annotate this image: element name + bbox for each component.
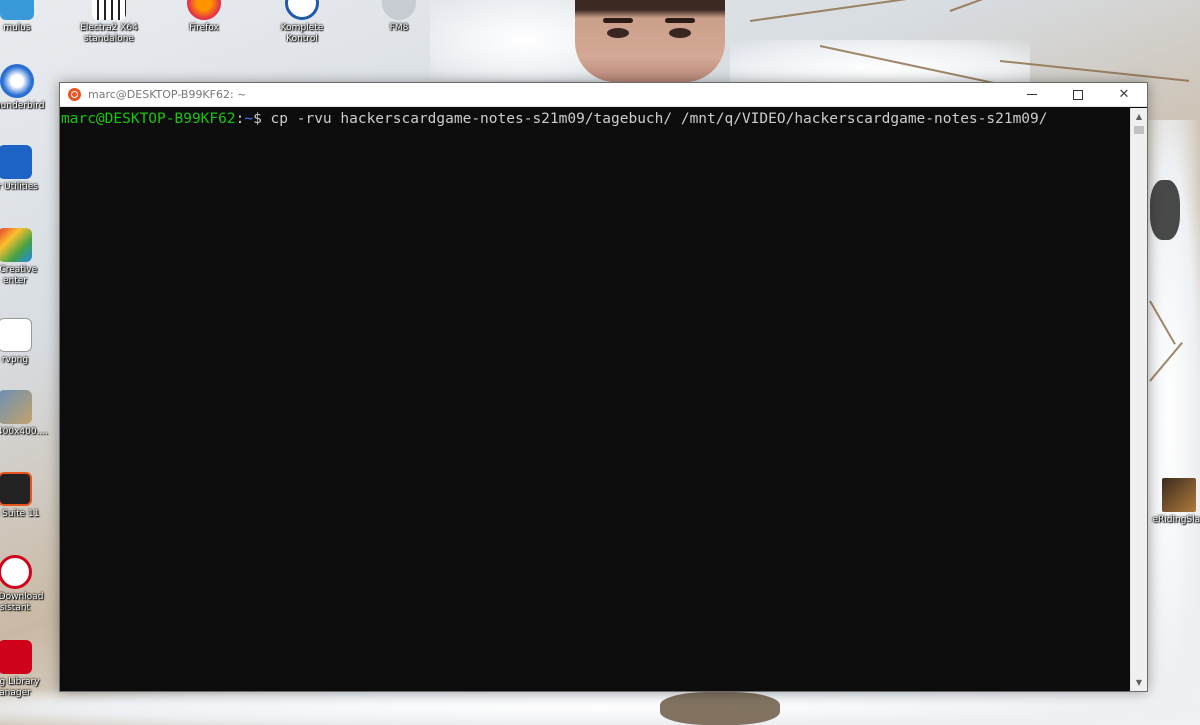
vertical-scrollbar[interactable]: ▲ ▼ [1130, 108, 1147, 691]
thunderbird-icon [0, 64, 34, 98]
library-manager-icon [0, 640, 32, 674]
desktop-icon-label: er Utilities [0, 182, 38, 192]
scrollbar-thumb[interactable] [1134, 126, 1144, 134]
prompt-user: marc@DESKTOP-B99KF62 [61, 111, 236, 127]
prompt-path: ~ [244, 111, 254, 127]
maximize-button[interactable] [1055, 83, 1101, 107]
desktop-icon-mulus[interactable]: mulus [0, 0, 54, 34]
desktop-icon-label: mulus [3, 23, 31, 33]
desktop-icon-thunderbird[interactable]: Thunderbird [0, 64, 54, 112]
desktop-icon-firefox[interactable]: Firefox [167, 0, 241, 34]
desktop-icon-label: FM8 [389, 23, 409, 33]
desktop-icon-label: Komplete Kontrol [280, 23, 324, 44]
desktop-icon-label: Firefox [189, 23, 219, 33]
desktop-icon-image-400x400[interactable]: nz_400x400.... [0, 390, 52, 438]
suite-cube-icon [0, 472, 32, 506]
fm8-icon [382, 0, 416, 20]
app-icon [0, 0, 34, 20]
minimize-icon [1027, 94, 1037, 95]
desktop-icon-rvpng[interactable]: rvpng [0, 318, 52, 366]
scroll-down-icon[interactable]: ▼ [1131, 674, 1147, 691]
maximize-icon [1073, 89, 1083, 100]
close-button[interactable]: ✕ [1101, 83, 1147, 107]
window-title: marc@DESKTOP-B99KF62: ~ [88, 88, 247, 101]
wallpaper-person-image [575, 0, 725, 82]
minimize-button[interactable] [1009, 83, 1055, 107]
desktop-icon-suite-11[interactable]: m Suite 11 [0, 472, 52, 520]
command-text: cp -rvu hackerscardgame-notes-s21m09/tag… [270, 111, 1048, 127]
desktop-icon-label: rvpng [1, 355, 29, 365]
video-file-icon [1162, 478, 1196, 512]
desktop-icon-fm8[interactable]: FM8 [362, 0, 436, 34]
window-titlebar[interactable]: marc@DESKTOP-B99KF62: ~ ✕ [60, 83, 1147, 107]
image-thumbnail-icon [0, 390, 32, 424]
terminal-window[interactable]: marc@DESKTOP-B99KF62: ~ ✕ marc@DESKTOP-B… [59, 82, 1148, 692]
desktop-icon-label: eRidingSlav [1152, 515, 1200, 525]
komplete-kontrol-icon [285, 0, 319, 20]
desktop-icon-label: Electra2 X64 standalone [80, 23, 138, 44]
image-file-icon [0, 318, 32, 352]
desktop-icon-label: nz_400x400.... [0, 427, 49, 437]
desktop-icon-video-file[interactable]: eRidingSlav [1142, 478, 1200, 526]
desktop-icon-label: erg Library anager [0, 677, 40, 698]
desktop-icon-label: Thunderbird [0, 101, 45, 111]
desktop-icon-creative-center[interactable]: r Creative enter [0, 228, 52, 287]
creative-center-icon [0, 228, 32, 262]
desktop-icon-komplete-kontrol[interactable]: Komplete Kontrol [265, 0, 339, 45]
utilities-icon [0, 145, 32, 179]
desktop-icon-library-manager[interactable]: erg Library anager [0, 640, 52, 699]
desktop-icon-utilities[interactable]: er Utilities [0, 145, 52, 193]
desktop-icon-label: rg Download sistant [0, 592, 44, 613]
download-assistant-icon [0, 555, 32, 589]
prompt-symbol: $ [253, 111, 271, 127]
ubuntu-icon [68, 88, 81, 101]
scroll-up-icon[interactable]: ▲ [1131, 108, 1147, 125]
firefox-icon [187, 0, 221, 20]
close-icon: ✕ [1118, 87, 1130, 102]
desktop-icon-electra2[interactable]: Electra2 X64 standalone [72, 0, 146, 45]
desktop-icon-label: r Creative enter [0, 265, 38, 286]
piano-keys-icon [92, 0, 126, 20]
terminal-output[interactable]: marc@DESKTOP-B99KF62:~$ cp -rvu hackersc… [60, 108, 1130, 691]
desktop-icon-label: m Suite 11 [2, 509, 40, 519]
desktop-icon-download-assistant[interactable]: rg Download sistant [0, 555, 52, 614]
